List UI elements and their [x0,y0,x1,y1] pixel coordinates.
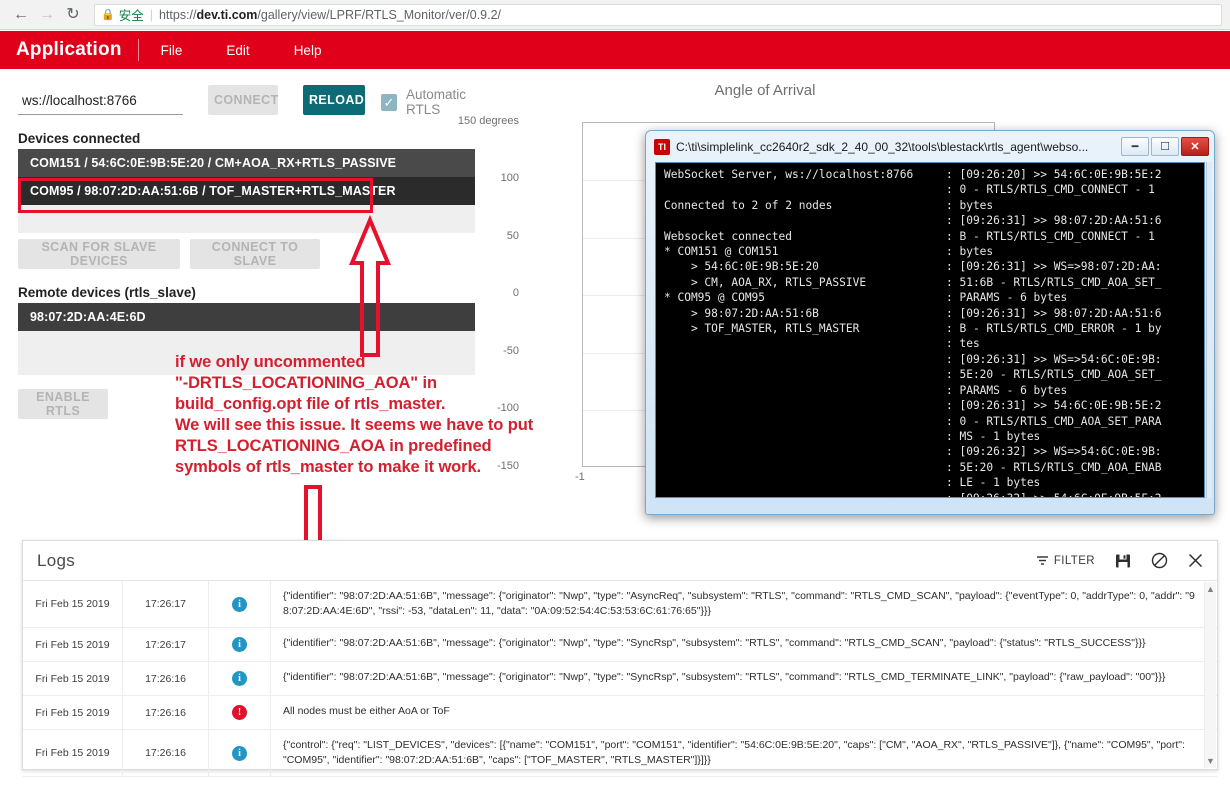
logs-title: Logs [37,550,76,570]
log-time: 17:26:17 [123,628,209,661]
log-message: {"identifier": "98:07:2D:AA:51:6B", "mes… [283,671,1166,683]
websocket-url-input[interactable] [18,89,183,115]
close-icon[interactable] [1188,553,1203,568]
y-axis-tick: 100 [500,172,519,184]
annotation-text: if we only uncommented "-DRTLS_LOCATIONI… [175,353,534,476]
log-date: Fri Feb 15 2019 [23,628,123,661]
log-time: 17:26:16 [123,662,209,695]
remote-devices-title: Remote devices (rtls_slave) [18,285,196,300]
menu-file[interactable]: File [139,43,205,58]
url-prefix: https:// [158,7,197,22]
back-icon[interactable]: ← [8,2,34,28]
scroll-up-icon[interactable]: ▲ [1206,584,1215,594]
app-title: Application [16,39,122,60]
log-message: All nodes must be either AoA or ToF [283,705,450,717]
info-icon: i [232,671,247,686]
logs-scrollbar[interactable]: ▲ ▼ [1204,582,1216,768]
log-level: i [209,628,271,661]
log-time: 17:26:16 [123,730,209,776]
lock-icon: 🔒 [101,9,115,21]
log-message: {"identifier": "98:07:2D:AA:51:6B", "mes… [283,590,1195,617]
y-axis-tick: 0 [512,287,519,299]
omnibox-divider: | [149,7,153,22]
console-window[interactable]: TI C:\ti\simplelink_cc2640r2_sdk_2_40_00… [645,130,1215,515]
log-time: 17:26:17 [123,581,209,627]
info-icon: i [232,596,247,612]
info-icon: i [232,637,247,652]
menu-help[interactable]: Help [272,43,344,58]
log-level: i [209,581,271,627]
log-date: Fri Feb 15 2019 [23,696,123,729]
table-row[interactable]: Fri Feb 15 2019 17:26:17 i {"identifier"… [23,581,1217,628]
log-message: {"identifier": "98:07:2D:AA:51:6B", "mes… [283,637,1146,649]
maximize-icon[interactable]: ☐ [1151,137,1179,156]
minimize-icon[interactable]: ━ [1121,137,1149,156]
log-level: i [209,730,271,776]
info-icon: i [232,745,247,761]
log-date: Fri Feb 15 2019 [23,662,123,695]
reload-icon[interactable]: ↻ [60,2,86,28]
error-icon: ! [232,705,247,720]
console-window-title: C:\ti\simplelink_cc2640r2_sdk_2_40_00_32… [676,139,1089,154]
console-window-titlebar[interactable]: TI C:\ti\simplelink_cc2640r2_sdk_2_40_00… [649,134,1211,159]
console-scrollbar[interactable] [1206,162,1212,498]
table-row[interactable]: Fri Feb 15 2019 17:26:16 i {"identifier"… [23,662,1217,696]
annotation-arrow-up [348,215,392,357]
browser-toolbar: ← → ↻ 🔒 安全 | https://dev.ti.com/gallery/… [0,0,1230,30]
log-date: Fri Feb 15 2019 [23,581,123,627]
clear-icon[interactable] [1151,552,1168,569]
automatic-rtls-toggle[interactable]: ✓ Automatic RTLS [381,87,498,117]
logs-toolbar: FILTER [1036,552,1203,569]
logs-header: Logs FILTER [23,541,1217,581]
save-icon[interactable] [1115,553,1131,569]
y-axis-tick: 150 degrees [457,115,519,127]
app-header: Application File Edit Help [0,31,1230,69]
enable-rtls-button[interactable]: ENABLE RTLS [18,389,108,419]
table-row[interactable]: Fri Feb 15 2019 17:26:16 i {"control": {… [23,730,1217,777]
reload-button[interactable]: RELOAD [303,85,365,115]
connect-button[interactable]: CONNECT [208,85,278,115]
menu-edit[interactable]: Edit [204,43,271,58]
table-row[interactable]: Fri Feb 15 2019 17:26:16 ! All nodes mus… [23,696,1217,730]
log-date: Fri Feb 15 2019 [23,730,123,776]
address-bar[interactable]: 🔒 安全 | https://dev.ti.com/gallery/view/L… [94,3,1222,26]
filter-icon [1036,556,1048,565]
connect-to-slave-button[interactable]: CONNECT TO SLAVE [190,239,320,269]
close-icon[interactable]: ✕ [1181,137,1209,156]
secure-label: 安全 [118,9,144,23]
console-left-column: WebSocket Server, ws://localhost:8766 Co… [664,168,914,336]
url-path: /gallery/view/LPRF/RTLS_Monitor/ver/0.9.… [257,7,502,22]
ti-logo-icon: TI [654,138,670,155]
highlight-box-device [18,178,373,213]
scan-for-slave-devices-button[interactable]: SCAN FOR SLAVE DEVICES [18,239,180,269]
logs-panel: Logs FILTER Fri Feb 15 2019 17:26:17 i {… [22,540,1218,777]
forward-icon: → [39,5,55,23]
remote-device-row[interactable]: 98:07:2D:AA:4E:6D [18,303,475,331]
device-row[interactable]: COM151 / 54:6C:0E:9B:5E:20 / CM+AOA_RX+R… [18,149,475,177]
devices-connected-title: Devices connected [18,131,141,146]
log-level: i [209,662,271,695]
url-domain: dev.ti.com [196,7,258,22]
automatic-rtls-checkbox[interactable]: ✓ [381,93,397,111]
log-level: ! [209,696,271,729]
console-right-column: : [09:26:20] >> 54:6C:0E:9B:5E:2 : 0 - R… [946,168,1162,497]
x-axis-tick: -1 [575,471,585,483]
automatic-rtls-label: Automatic RTLS [405,87,466,117]
y-axis-tick: 50 [506,230,519,242]
scroll-down-icon[interactable]: ▼ [1206,756,1215,766]
filter-button[interactable]: FILTER [1036,554,1095,567]
log-message: {"control": {"req": "LIST_DEVICES", "dev… [283,739,1185,766]
filter-label: FILTER [1053,554,1095,567]
chart-title: Angle of Arrival [714,82,816,99]
table-row[interactable]: Fri Feb 15 2019 17:26:17 i {"identifier"… [23,628,1217,662]
log-time: 17:26:16 [123,696,209,729]
window-buttons: ━ ☐ ✕ [1121,137,1211,156]
connection-row: CONNECT RELOAD ✓ Automatic RTLS [18,83,498,121]
console-output: WebSocket Server, ws://localhost:8766 Co… [655,162,1205,498]
